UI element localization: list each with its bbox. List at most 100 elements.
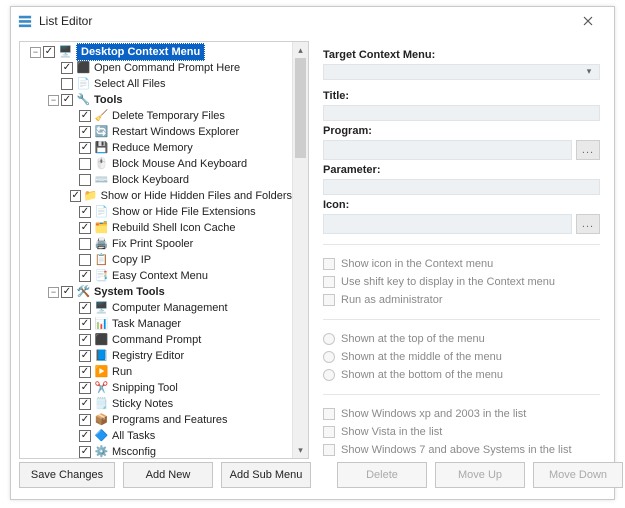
tree-row[interactable]: 📦Programs and Features [24, 412, 292, 428]
title-input[interactable] [323, 105, 600, 121]
scroll-track[interactable] [293, 58, 308, 442]
option-checkbox[interactable]: Run as administrator [323, 291, 600, 309]
scroll-thumb[interactable] [295, 58, 306, 158]
option-checkbox[interactable]: Show Windows 7 and above Systems in the … [323, 441, 600, 459]
tree-item-icon: 🔧 [76, 93, 91, 107]
move-down-button[interactable]: Move Down [533, 462, 623, 488]
option-checkbox[interactable]: Show Windows xp and 2003 in the list [323, 405, 600, 423]
tree-row[interactable]: ✂️Snipping Tool [24, 380, 292, 396]
tree-checkbox[interactable] [61, 78, 73, 90]
program-browse-button[interactable]: ... [576, 140, 600, 160]
tree-checkbox[interactable] [70, 190, 80, 202]
tree-checkbox[interactable] [79, 382, 91, 394]
tree-checkbox[interactable] [79, 254, 91, 266]
tree-checkbox[interactable] [79, 126, 91, 138]
tree-row[interactable]: 📄Show or Hide File Extensions [24, 204, 292, 220]
tree-row[interactable]: 🔷All Tasks [24, 428, 292, 444]
tree-checkbox[interactable] [79, 270, 91, 282]
tree-checkbox[interactable] [79, 350, 91, 362]
expander-icon[interactable]: − [48, 287, 59, 298]
icon-browse-button[interactable]: ... [576, 214, 600, 234]
option-checkbox[interactable]: Show Vista in the list [323, 423, 600, 441]
tree-checkbox[interactable] [79, 334, 91, 346]
tree-item-label: Msconfig [112, 444, 156, 458]
tree-row[interactable]: 💾Reduce Memory [24, 140, 292, 156]
scroll-up-icon[interactable]: ▴ [293, 42, 308, 58]
tree-row[interactable]: 🔄Restart Windows Explorer [24, 124, 292, 140]
target-combo[interactable]: ▾ [323, 64, 600, 80]
expander-icon[interactable]: − [30, 47, 41, 58]
tree-row[interactable]: 📊Task Manager [24, 316, 292, 332]
tree-row[interactable]: 🖱️Block Mouse And Keyboard [24, 156, 292, 172]
tree-checkbox[interactable] [79, 158, 91, 170]
icon-input[interactable] [323, 214, 572, 234]
option-checkbox[interactable]: Show icon in the Context menu [323, 255, 600, 273]
add-new-button[interactable]: Add New [123, 462, 213, 488]
scroll-down-icon[interactable]: ▾ [293, 442, 308, 458]
option-checkbox[interactable]: Use shift key to display in the Context … [323, 273, 600, 291]
tree-row[interactable]: ⬛Command Prompt [24, 332, 292, 348]
tree-row[interactable]: 📘Registry Editor [24, 348, 292, 364]
tree-checkbox[interactable] [79, 238, 91, 250]
radio-icon [323, 369, 335, 381]
tree-row[interactable]: ▶️Run [24, 364, 292, 380]
tree-row[interactable]: 🖨️Fix Print Spooler [24, 236, 292, 252]
save-changes-button[interactable]: Save Changes [19, 462, 115, 488]
tree-row[interactable]: 🖥️Computer Management [24, 300, 292, 316]
tree-checkbox[interactable] [79, 366, 91, 378]
tree-checkbox[interactable] [79, 398, 91, 410]
tree-checkbox[interactable] [61, 94, 73, 106]
tree-checkbox[interactable] [79, 318, 91, 330]
delete-button[interactable]: Delete [337, 462, 427, 488]
tree-row[interactable]: 🗒️Sticky Notes [24, 396, 292, 412]
tree-row[interactable]: 🗂️Rebuild Shell Icon Cache [24, 220, 292, 236]
tree-checkbox[interactable] [79, 430, 91, 442]
position-radio[interactable]: Shown at the bottom of the menu [323, 366, 600, 384]
tree-view[interactable]: −🖥️Desktop Context Menu⬛Open Command Pro… [20, 42, 292, 458]
tree-row[interactable]: 📑Easy Context Menu [24, 268, 292, 284]
tree-row[interactable]: 📄Select All Files [24, 76, 292, 92]
expander-icon[interactable]: − [48, 95, 59, 106]
tree-checkbox[interactable] [79, 206, 91, 218]
position-radio[interactable]: Shown at the top of the menu [323, 330, 600, 348]
tree-row[interactable]: ⌨️Block Keyboard [24, 172, 292, 188]
tree-checkbox[interactable] [79, 414, 91, 426]
tree-row[interactable]: ⚙️Msconfig [24, 444, 292, 458]
tree-checkbox[interactable] [79, 174, 91, 186]
tree-checkbox[interactable] [79, 302, 91, 314]
add-sub-menu-button[interactable]: Add Sub Menu [221, 462, 311, 488]
tree-item-icon: 🗂️ [94, 221, 109, 235]
tree-checkbox[interactable] [43, 46, 55, 58]
tree-scrollbar[interactable]: ▴ ▾ [292, 42, 308, 458]
tree-item-label: Select All Files [94, 76, 166, 92]
tree-checkbox[interactable] [61, 286, 73, 298]
tree-checkbox[interactable] [79, 222, 91, 234]
tree-item-label: Copy IP [112, 252, 151, 268]
tree-checkbox[interactable] [61, 62, 73, 74]
tree-row[interactable]: 📋Copy IP [24, 252, 292, 268]
tree-item-icon: 📁 [84, 189, 98, 203]
parameter-input[interactable] [323, 179, 600, 195]
tree-row[interactable]: 🧹Delete Temporary Files [24, 108, 292, 124]
footer-buttons: Save Changes Add New Add Sub Menu Delete… [11, 459, 614, 499]
program-input[interactable] [323, 140, 572, 160]
tree-checkbox[interactable] [79, 110, 91, 122]
title-label: Title: [323, 90, 600, 102]
tree-item-icon: 📊 [94, 317, 109, 331]
tree-row[interactable]: −🛠️System Tools [24, 284, 292, 300]
tree-checkbox[interactable] [79, 142, 91, 154]
tree-row[interactable]: −🔧Tools [24, 92, 292, 108]
close-button[interactable] [568, 9, 608, 33]
tree-item-label: Programs and Features [112, 412, 228, 428]
tree-row[interactable]: −🖥️Desktop Context Menu [24, 44, 292, 60]
tree-checkbox[interactable] [79, 446, 91, 458]
tree-item-label: Show or Hide File Extensions [112, 204, 256, 220]
tree-item-label: Fix Print Spooler [112, 236, 193, 252]
tree-item-icon: 📄 [94, 205, 109, 219]
checkbox-icon [323, 276, 335, 288]
move-up-button[interactable]: Move Up [435, 462, 525, 488]
position-radio[interactable]: Shown at the middle of the menu [323, 348, 600, 366]
tree-item-label: Command Prompt [112, 332, 201, 348]
tree-row[interactable]: 📁Show or Hide Hidden Files and Folders [24, 188, 292, 204]
tree-row[interactable]: ⬛Open Command Prompt Here [24, 60, 292, 76]
